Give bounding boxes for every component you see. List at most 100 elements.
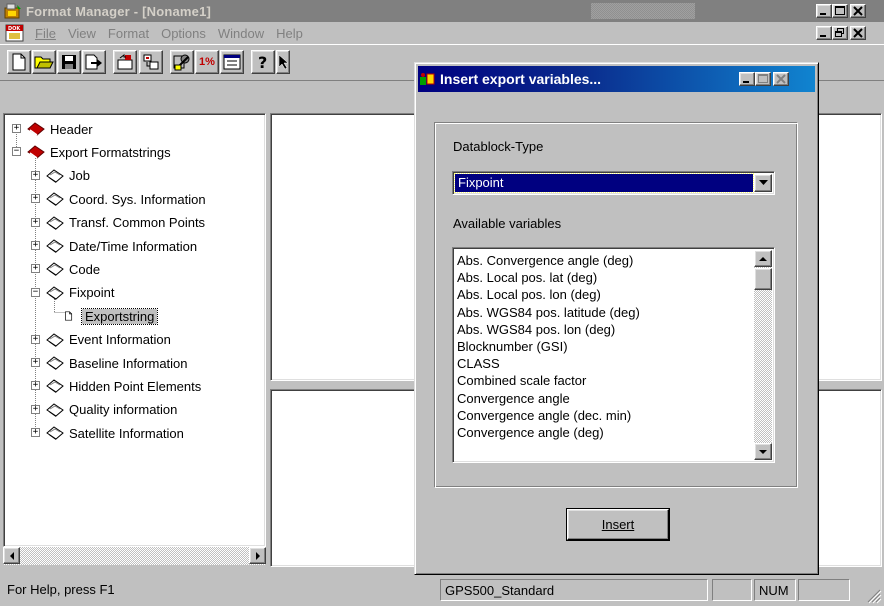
scroll-left-button[interactable] — [3, 547, 20, 564]
book-icon — [46, 403, 64, 417]
tree-node-label: Exportstring — [80, 307, 159, 325]
dialog-close-button[interactable] — [773, 72, 789, 86]
arrow-left-icon — [9, 551, 14, 560]
status-empty-panel — [712, 579, 752, 601]
copy-format-button[interactable] — [139, 50, 163, 74]
tree-node[interactable]: Transf. Common Points — [45, 214, 205, 232]
menu-format[interactable]: Format — [108, 26, 149, 41]
variable-list-item[interactable]: Blocknumber (GSI) — [457, 338, 742, 355]
child-restore-button[interactable] — [832, 26, 848, 40]
new-button[interactable] — [7, 50, 31, 74]
scroll-thumb[interactable] — [754, 268, 772, 290]
book-icon — [46, 332, 64, 347]
variable-list-item[interactable]: Combined scale factor — [457, 372, 742, 389]
tree-node[interactable]: Fixpoint — [45, 284, 115, 302]
dialog-minimize-button[interactable] — [739, 72, 755, 86]
tree-node-label: Code — [69, 261, 101, 277]
scroll-up-button[interactable] — [754, 250, 772, 267]
tree-expander-2[interactable]: + — [31, 170, 40, 180]
tree-node[interactable]: Code — [45, 260, 100, 278]
insert-label-text: Insert — [601, 517, 635, 532]
tree-node[interactable]: Hidden Point Elements — [45, 377, 201, 395]
settings-tool-button[interactable] — [170, 50, 194, 74]
tree-expander-12[interactable]: + — [31, 404, 40, 414]
resize-grip-icon[interactable] — [866, 588, 882, 604]
tree-expander-3[interactable]: + — [31, 194, 40, 204]
variable-list-item[interactable]: Abs. WGS84 pos. latitude (deg) — [457, 304, 742, 321]
format-tree[interactable]: + Header − Export Formatstrings + Job + Coord. … — [3, 113, 266, 547]
variable-list-item[interactable]: Abs. Local pos. lat (deg) — [457, 269, 742, 286]
menu-view[interactable]: View — [68, 26, 96, 41]
tree-node[interactable]: Header — [26, 120, 93, 138]
datablock-dropdown-button[interactable] — [754, 174, 772, 192]
minimize-icon — [743, 81, 749, 83]
tree-expander-13[interactable]: + — [31, 428, 40, 438]
close-icon — [853, 28, 863, 38]
tree-node[interactable]: Date/Time Information — [45, 237, 197, 255]
maximize-button[interactable] — [832, 4, 848, 18]
new-file-icon — [12, 53, 26, 71]
variable-list-item[interactable]: Abs. Convergence angle (deg) — [457, 252, 742, 269]
scroll-down-button[interactable] — [754, 443, 772, 460]
red-book-icon — [27, 122, 45, 136]
minimize-button[interactable] — [816, 4, 832, 18]
maximize-icon — [835, 6, 845, 15]
menu-file[interactable]: File — [35, 26, 56, 41]
import-format-button[interactable] — [113, 50, 137, 74]
book-icon — [46, 192, 64, 207]
variable-list-item[interactable]: Abs. WGS84 pos. lon (deg) — [457, 321, 742, 338]
child-close-button[interactable] — [850, 26, 866, 40]
tree-node[interactable]: Event Information — [45, 331, 171, 349]
tree-expander-5[interactable]: + — [31, 241, 40, 250]
format-manager-app-icon[interactable] — [4, 3, 22, 19]
tree-node[interactable]: Baseline Information — [45, 354, 188, 372]
tree-expander-0[interactable]: + — [12, 124, 21, 133]
variable-list-item[interactable]: CLASS — [457, 355, 742, 372]
child-minimize-button[interactable] — [816, 26, 832, 40]
help-icon: ? — [258, 53, 267, 71]
tree-node-label: Fixpoint — [69, 285, 115, 301]
properties-button[interactable] — [220, 50, 244, 74]
tree-node[interactable]: Job — [45, 167, 90, 185]
document-system-menu-icon[interactable]: DOK — [5, 24, 25, 42]
tree-node[interactable]: Export Formatstrings — [26, 143, 171, 161]
variable-list-item[interactable]: Abs. Local pos. lon (deg) — [457, 286, 742, 303]
open-button[interactable] — [32, 50, 56, 74]
close-icon — [853, 6, 863, 16]
tree-horizontal-scrollbar[interactable] — [3, 547, 266, 565]
menu-help[interactable]: Help — [276, 26, 303, 41]
variable-list-item[interactable]: Convergence angle (dec. min) — [457, 407, 742, 424]
tree-node[interactable]: Satellite Information — [45, 424, 184, 442]
context-help-button[interactable] — [276, 50, 290, 74]
dialog-maximize-button[interactable] — [755, 72, 771, 86]
percent-button[interactable]: 1% — [195, 50, 219, 74]
tree-expander-7[interactable]: − — [31, 287, 40, 297]
close-button[interactable] — [850, 4, 866, 18]
tree-expander-1[interactable]: − — [12, 147, 21, 157]
tree-node[interactable]: Quality information — [45, 401, 177, 419]
arrow-down-icon — [759, 449, 767, 454]
available-variables-list[interactable]: Abs. Convergence angle (deg) Abs. Local p… — [452, 247, 775, 463]
insert-export-variables-dialog: Insert export variables... Datablock-Typ… — [414, 62, 819, 575]
menu-window[interactable]: Window — [218, 26, 264, 41]
tree-expander-9[interactable]: + — [31, 334, 40, 344]
save-button[interactable] — [57, 50, 81, 74]
dialog-app-icon — [420, 73, 435, 85]
insert-button[interactable]: Insert — [566, 508, 670, 541]
export-button[interactable] — [82, 50, 106, 74]
tree-expander-4[interactable]: + — [31, 217, 40, 227]
tree-node[interactable]: Exportstring — [64, 307, 159, 325]
menu-options[interactable]: Options — [161, 26, 206, 41]
datablock-type-select[interactable]: Fixpoint — [452, 171, 775, 195]
scroll-right-button[interactable] — [249, 547, 266, 564]
tree-expander-10[interactable]: + — [31, 358, 40, 367]
book-icon — [46, 379, 64, 394]
variables-vertical-scrollbar[interactable] — [754, 250, 772, 460]
tree-expander-11[interactable]: + — [31, 381, 40, 391]
variable-list-item[interactable]: Convergence angle — [457, 390, 742, 407]
variable-list-item[interactable]: Convergence angle (deg) — [457, 424, 742, 441]
status-format-panel: GPS500_Standard — [440, 579, 708, 601]
tree-expander-6[interactable]: + — [31, 264, 40, 274]
help-button[interactable]: ? — [251, 50, 275, 74]
tree-node[interactable]: Coord. Sys. Information — [45, 190, 206, 208]
